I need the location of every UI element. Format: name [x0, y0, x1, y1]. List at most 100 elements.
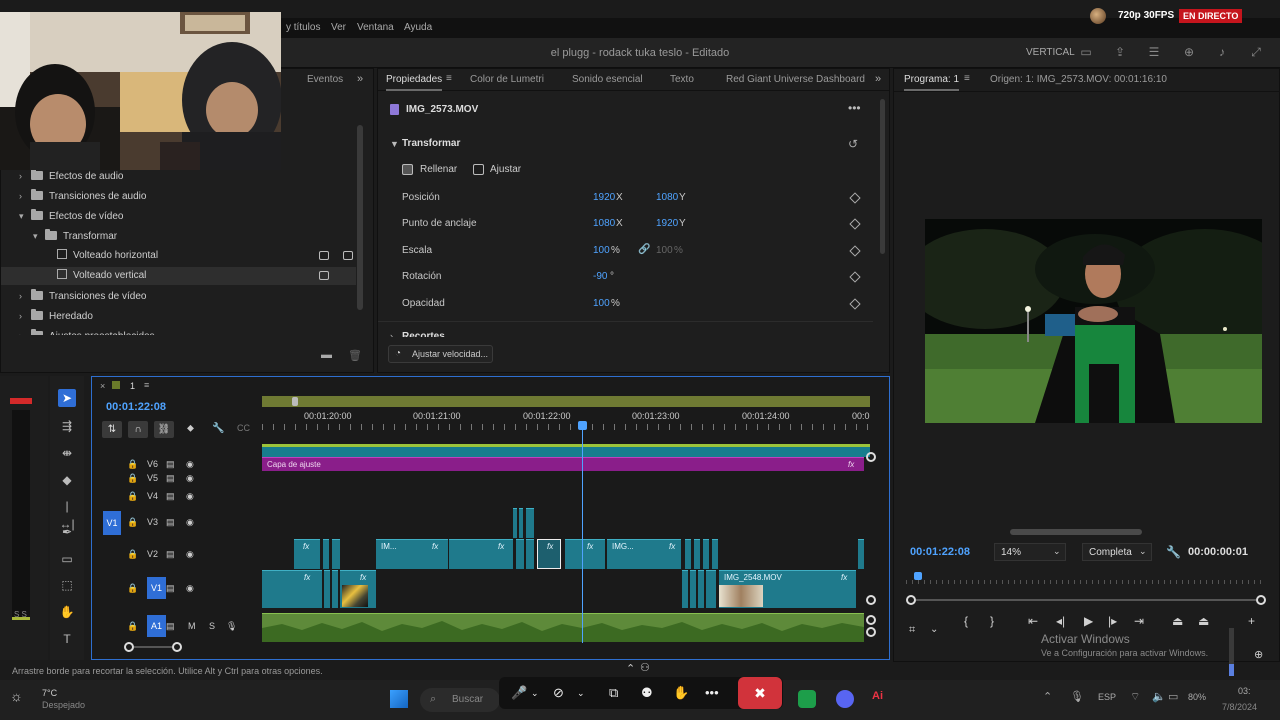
step-forward-icon[interactable]: |▸ — [1108, 614, 1117, 628]
chevron-right-icon[interactable]: › — [19, 327, 31, 335]
playhead-line[interactable] — [582, 421, 583, 643]
mini-ruler[interactable] — [906, 572, 1266, 584]
lock-icon[interactable]: 🔒 — [127, 459, 138, 470]
track-output-icon[interactable]: ▤ — [166, 491, 175, 502]
clip-fragment[interactable] — [858, 539, 864, 569]
effects-tree-item[interactable]: › Transiciones de vídeo — [1, 287, 356, 305]
participants-icon[interactable]: ⚉ — [641, 685, 653, 701]
share-screen-icon[interactable]: ⧉ — [609, 685, 618, 701]
list-icon[interactable]: ☰ — [1146, 45, 1162, 59]
playhead-icon[interactable] — [914, 572, 922, 580]
zoom-dropdown[interactable]: 14% ⌄ — [994, 543, 1066, 561]
clip-fragment[interactable] — [516, 539, 524, 569]
panel-overflow-icon[interactable]: » — [875, 73, 881, 85]
eye-icon[interactable]: ◉ — [186, 491, 194, 502]
effects-tree-item[interactable]: Volteado horizontal — [1, 247, 356, 265]
eye-icon[interactable]: ◉ — [186, 473, 194, 484]
mark-in-icon[interactable]: { — [964, 614, 968, 628]
chevron-right-icon[interactable]: › — [19, 287, 31, 305]
clip-fragment[interactable] — [685, 539, 691, 569]
anchor-x-value[interactable]: 1080 — [593, 218, 615, 229]
playhead-icon[interactable] — [578, 421, 587, 430]
v1-clip-thumb[interactable]: fx — [340, 570, 376, 608]
v2-clip-im[interactable]: IM... fx — [376, 539, 448, 569]
v1-clip[interactable]: fx — [262, 570, 322, 608]
clip-fragment[interactable] — [513, 508, 517, 538]
track-select-icon[interactable]: ⇶ — [58, 417, 76, 435]
effects-tree-item[interactable]: Volteado vertical — [1, 267, 356, 285]
menu-item-view[interactable]: Ver — [331, 22, 346, 33]
selection-tool-icon[interactable]: ➤ — [58, 389, 76, 407]
effects-tree-item[interactable]: › Transiciones de audio — [1, 187, 356, 205]
settings-icon[interactable]: ⌗ — [909, 624, 915, 637]
export-icon[interactable]: ⇪ — [1112, 45, 1128, 59]
panel-overflow-icon[interactable]: » — [357, 73, 363, 85]
clip-fragment[interactable] — [323, 539, 329, 569]
position-y-value[interactable]: 1080 — [656, 192, 678, 203]
v2-clip[interactable]: fx — [565, 539, 605, 569]
speed-button[interactable]: ◔ Ajustar velocidad... — [388, 345, 493, 363]
clip-fragment[interactable] — [698, 570, 704, 608]
go-to-out-icon[interactable]: ⇥ — [1134, 614, 1144, 628]
side-scrollbar[interactable] — [1229, 628, 1234, 668]
extract-icon[interactable]: ⏏ — [1198, 614, 1209, 628]
microphone-icon[interactable]: 🎤 — [511, 685, 527, 701]
tab-lumetri[interactable]: Color de Lumetri — [470, 74, 544, 85]
lock-icon[interactable]: 🔒 — [127, 491, 138, 502]
opacity-value[interactable]: 100 — [593, 298, 610, 309]
effects-scrollbar[interactable] — [357, 125, 363, 310]
tab-essential-sound[interactable]: Sonido esencial — [572, 74, 643, 85]
end-call-button[interactable]: ✖ — [738, 677, 782, 709]
audio-scroll-top[interactable] — [866, 615, 876, 625]
clip-fragment[interactable] — [332, 539, 340, 569]
time-ruler[interactable]: 00:01:20:00 00:01:21:00 00:01:22:00 00:01:2… — [262, 407, 870, 433]
anchor-y-value[interactable]: 1920 — [656, 218, 678, 229]
clip-fragment[interactable] — [694, 539, 700, 569]
solo-button[interactable]: S — [209, 621, 215, 631]
properties-scrollbar[interactable] — [880, 99, 885, 254]
lock-icon[interactable]: 🔒 — [127, 517, 138, 528]
selected-clip[interactable]: fx — [537, 539, 561, 569]
clip-fragment[interactable] — [324, 570, 330, 608]
tab-red-giant[interactable]: Red Giant Universe Dashboard — [726, 74, 865, 85]
language-indicator[interactable]: ESP — [1098, 692, 1116, 702]
expand-icon[interactable]: ⤢ — [1248, 45, 1264, 59]
eye-icon[interactable]: ◉ — [186, 549, 194, 560]
program-timecode[interactable]: 00:01:22:08 — [910, 546, 970, 558]
keyframe-icon[interactable] — [849, 245, 861, 257]
clock-date[interactable]: 7/8/2024 — [1222, 702, 1257, 712]
expand-chevron-icon[interactable]: › — [390, 331, 393, 337]
lock-icon[interactable]: 🔒 — [127, 473, 138, 484]
rotation-value[interactable]: -90 — [593, 271, 607, 282]
participants-icon[interactable]: ⚇ — [640, 661, 650, 674]
play-icon[interactable]: ▶ — [1084, 614, 1093, 628]
audio-scroll-bottom[interactable] — [866, 627, 876, 637]
taskbar-search[interactable]: ⌕ Buscar — [420, 688, 500, 712]
text-icon[interactable]: T — [58, 630, 76, 648]
work-area-bar[interactable] — [262, 396, 870, 407]
effects-tree-item[interactable]: › Ajustes preestablecidos — [1, 327, 356, 335]
lift-icon[interactable]: ⏏ — [1172, 614, 1183, 628]
v2-clip[interactable]: fx — [449, 539, 513, 569]
clock-time[interactable]: 03: — [1238, 686, 1251, 696]
lock-icon[interactable]: 🔒 — [127, 583, 138, 594]
chevron-down-icon[interactable]: ▾ — [19, 207, 31, 225]
keyframe-icon[interactable] — [849, 192, 861, 204]
work-area-handle[interactable] — [292, 397, 298, 406]
razor-icon[interactable]: ◆ — [58, 471, 76, 489]
eye-icon[interactable]: ◉ — [186, 583, 194, 594]
camera-off-icon[interactable]: ⊘ — [553, 685, 564, 701]
wrench-icon[interactable]: 🔧 — [1166, 545, 1181, 559]
clip-fragment[interactable] — [526, 539, 534, 569]
monitor-scrollbar[interactable] — [1010, 529, 1142, 535]
panel-icon[interactable]: ▭ — [1078, 45, 1094, 59]
menu-item-titles[interactable]: y títulos — [286, 22, 320, 33]
chevron-right-icon[interactable]: › — [19, 187, 31, 205]
slip-icon[interactable]: |↔| — [58, 497, 76, 531]
lock-icon[interactable]: 🔒 — [127, 549, 138, 560]
windows-start-icon[interactable] — [390, 690, 408, 708]
chevron-down-icon[interactable]: ⌄ — [930, 624, 938, 635]
microphone-icon[interactable]: 🎙 — [1070, 690, 1084, 703]
more-options-icon[interactable]: ••• — [848, 101, 861, 115]
keyframe-icon[interactable] — [849, 298, 861, 310]
